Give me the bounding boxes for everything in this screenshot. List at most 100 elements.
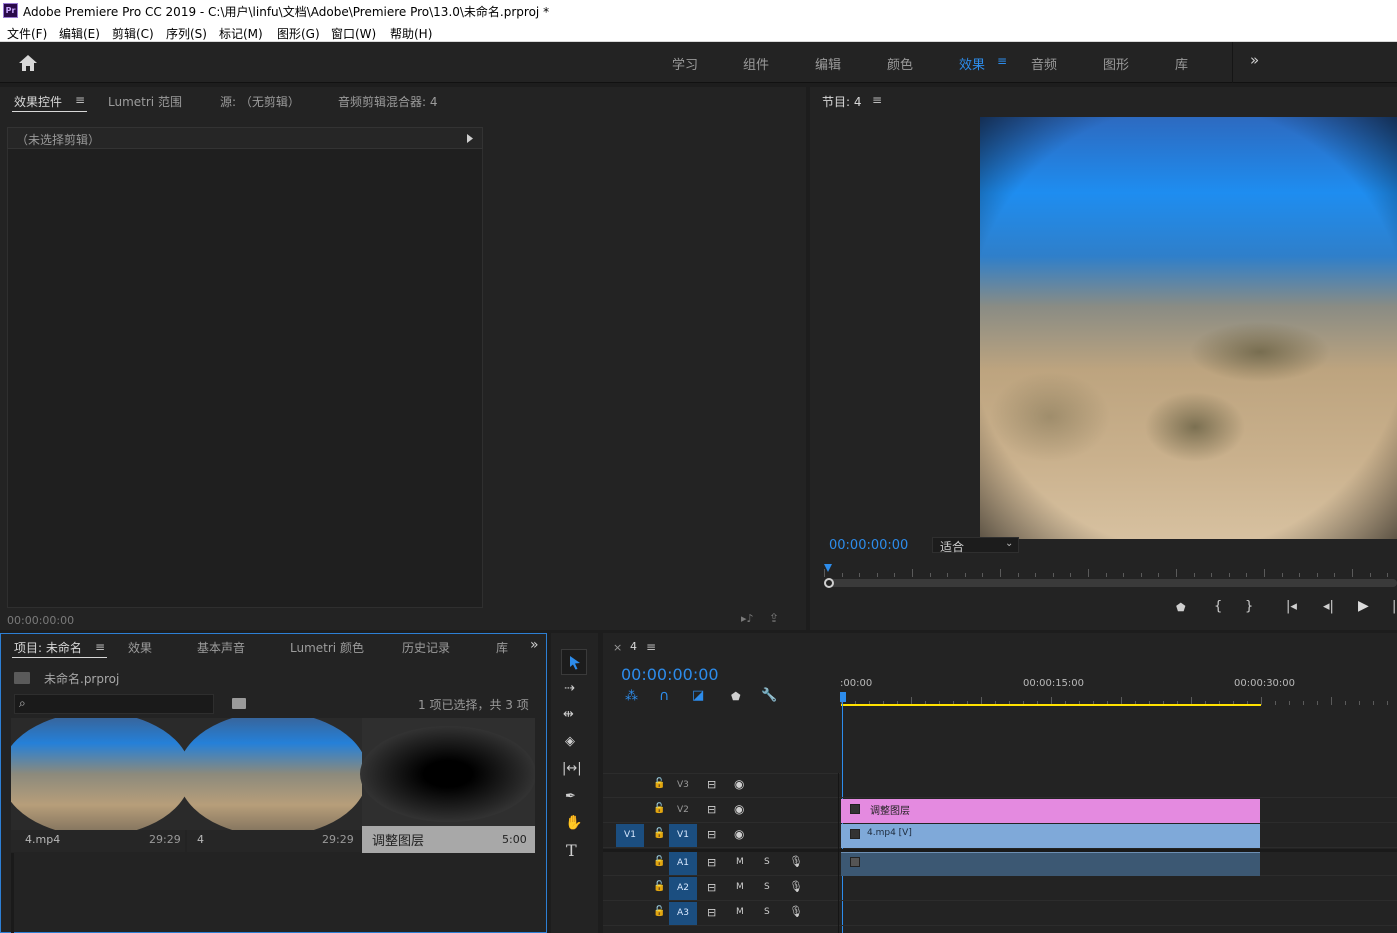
effect-controls-timecode[interactable]: 00:00:00:00 <box>7 614 74 627</box>
workspace-assembly[interactable]: 组件 <box>743 54 769 73</box>
workspace-editing[interactable]: 编辑 <box>815 54 841 73</box>
sync-lock-icon[interactable]: ⊟ <box>707 828 716 841</box>
panel-menu-icon[interactable]: ≡ <box>646 640 656 654</box>
clip-adjustment-layer[interactable]: 调整图层 <box>841 799 1260 823</box>
menu-window[interactable]: 窗口(W) <box>331 25 376 42</box>
lock-icon[interactable]: 🔓 <box>653 881 665 892</box>
mark-in-icon[interactable]: { <box>1214 599 1222 614</box>
track-target-a3[interactable]: A3 <box>669 902 697 925</box>
export-icon[interactable]: ⇪ <box>769 611 779 625</box>
step-back-icon[interactable]: ◂| <box>1323 599 1334 614</box>
track-target-v1[interactable]: V1 <box>669 824 697 847</box>
sync-lock-icon[interactable]: ⊟ <box>707 906 716 919</box>
mute-button[interactable]: M <box>736 857 744 867</box>
track-target-a2[interactable]: A2 <box>669 877 697 900</box>
sync-lock-icon[interactable]: ⊟ <box>707 803 716 816</box>
playhead-handle[interactable] <box>840 692 846 702</box>
workspace-audio[interactable]: 音频 <box>1031 54 1057 73</box>
selection-tool[interactable] <box>561 649 587 675</box>
workspace-graphics[interactable]: 图形 <box>1103 54 1129 73</box>
eye-icon[interactable]: ◉ <box>734 777 744 791</box>
workspace-color[interactable]: 颜色 <box>887 54 913 73</box>
lock-icon[interactable]: 🔓 <box>653 778 665 789</box>
play-icon[interactable]: ▶ <box>1358 598 1369 614</box>
close-tab-icon[interactable]: × <box>613 641 622 654</box>
pen-tool-icon[interactable]: ✒ <box>565 789 576 804</box>
menu-graphics[interactable]: 图形(G) <box>277 25 320 42</box>
linked-selection-icon[interactable]: ◪ <box>692 688 704 703</box>
workspace-overflow-icon[interactable]: » <box>1250 51 1259 69</box>
program-monitor-title[interactable]: 节目: 4 <box>822 93 862 110</box>
tab-project[interactable]: 项目: 未命名 <box>14 639 82 656</box>
fit-dropdown[interactable]: 适合 ⌄ <box>932 537 1019 554</box>
panel-menu-icon[interactable]: ≡ <box>95 640 105 654</box>
microphone-icon[interactable]: 🎙 <box>789 855 803 868</box>
menu-file[interactable]: 文件(F) <box>7 25 47 42</box>
track-target-a1[interactable]: A1 <box>669 852 697 875</box>
zoom-scrollbar[interactable] <box>824 579 1397 587</box>
home-icon[interactable] <box>18 54 38 72</box>
menu-marker[interactable]: 标记(M) <box>219 25 263 42</box>
tab-lumetri-scopes[interactable]: Lumetri 范围 <box>108 93 182 110</box>
slip-tool-icon[interactable]: |↔| <box>562 761 582 776</box>
timeline-timecode[interactable]: 00:00:00:00 <box>621 665 719 684</box>
workspace-menu-icon[interactable]: ≡ <box>997 54 1007 68</box>
nest-icon[interactable]: ⁂ <box>625 689 638 704</box>
lock-icon[interactable]: 🔓 <box>653 906 665 917</box>
microphone-icon[interactable]: 🎙 <box>789 880 803 893</box>
lock-icon[interactable]: 🔓 <box>653 828 665 839</box>
tab-source[interactable]: 源: （无剪辑） <box>220 93 300 110</box>
add-marker-icon[interactable]: ⬟ <box>731 690 741 703</box>
program-ruler[interactable] <box>824 565 1397 577</box>
tab-effects[interactable]: 效果 <box>128 639 152 656</box>
track-label[interactable]: V3 <box>677 780 689 790</box>
tab-audio-clip-mixer[interactable]: 音频剪辑混合器: 4 <box>338 93 438 110</box>
sync-lock-icon[interactable]: ⊟ <box>707 778 716 791</box>
snap-magnet-icon[interactable]: ∩ <box>659 688 669 704</box>
workspace-libraries[interactable]: 库 <box>1175 54 1188 73</box>
menu-sequence[interactable]: 序列(S) <box>166 25 207 42</box>
workspace-effects[interactable]: 效果 <box>959 54 985 73</box>
clip-audio[interactable] <box>841 852 1260 876</box>
microphone-icon[interactable]: 🎙 <box>789 905 803 918</box>
expand-arrow-icon[interactable] <box>467 134 473 143</box>
tab-lumetri-color[interactable]: Lumetri 颜色 <box>290 639 364 656</box>
mute-button[interactable]: M <box>736 907 744 917</box>
menu-clip[interactable]: 剪辑(C) <box>112 25 154 42</box>
list-item[interactable]: 4.mp4 29:29 <box>11 830 185 852</box>
eye-icon[interactable]: ◉ <box>734 802 744 816</box>
workspace-learn[interactable]: 学习 <box>672 54 698 73</box>
list-item[interactable]: 4 29:29 <box>187 830 361 852</box>
mark-out-icon[interactable]: } <box>1245 599 1253 614</box>
solo-button[interactable]: S <box>764 907 770 917</box>
clip-video[interactable]: 4.mp4 [V] <box>841 824 1260 848</box>
lock-icon[interactable]: 🔓 <box>653 856 665 867</box>
search-input[interactable]: ⌕ <box>14 694 214 714</box>
work-area-bar[interactable] <box>841 704 1261 706</box>
sync-lock-icon[interactable]: ⊟ <box>707 856 716 869</box>
tab-sequence[interactable]: 4 <box>630 640 637 653</box>
solo-button[interactable]: S <box>764 882 770 892</box>
program-timecode[interactable]: 00:00:00:00 <box>829 538 908 553</box>
playhead-marker[interactable] <box>824 564 832 572</box>
zoom-handle[interactable] <box>824 578 834 588</box>
tab-effect-controls[interactable]: 效果控件 <box>14 93 62 110</box>
tabs-overflow-icon[interactable]: » <box>530 637 539 653</box>
tab-essential-sound[interactable]: 基本声音 <box>197 639 245 656</box>
menu-edit[interactable]: 编辑(E) <box>59 25 100 42</box>
panel-menu-icon[interactable]: ≡ <box>75 93 85 107</box>
track-select-tool-icon[interactable]: ⇢ <box>564 681 575 696</box>
source-patch-v1[interactable]: V1 <box>616 824 644 847</box>
razor-tool-icon[interactable]: ◈ <box>565 734 575 749</box>
eye-icon[interactable]: ◉ <box>734 827 744 841</box>
ripple-edit-tool-icon[interactable]: ⇹ <box>563 707 574 722</box>
add-marker-icon[interactable]: ⬟ <box>1176 601 1186 614</box>
tab-history[interactable]: 历史记录 <box>402 639 450 656</box>
new-bin-search-icon[interactable] <box>232 698 246 709</box>
tab-libraries[interactable]: 库 <box>496 639 508 656</box>
hand-tool-icon[interactable]: ✋ <box>565 815 582 831</box>
track-label[interactable]: V2 <box>677 805 689 815</box>
lock-icon[interactable]: 🔓 <box>653 803 665 814</box>
list-item-selected[interactable]: 调整图层 5:00 <box>362 826 535 853</box>
play-audio-icon[interactable]: ▸♪ <box>741 612 754 625</box>
